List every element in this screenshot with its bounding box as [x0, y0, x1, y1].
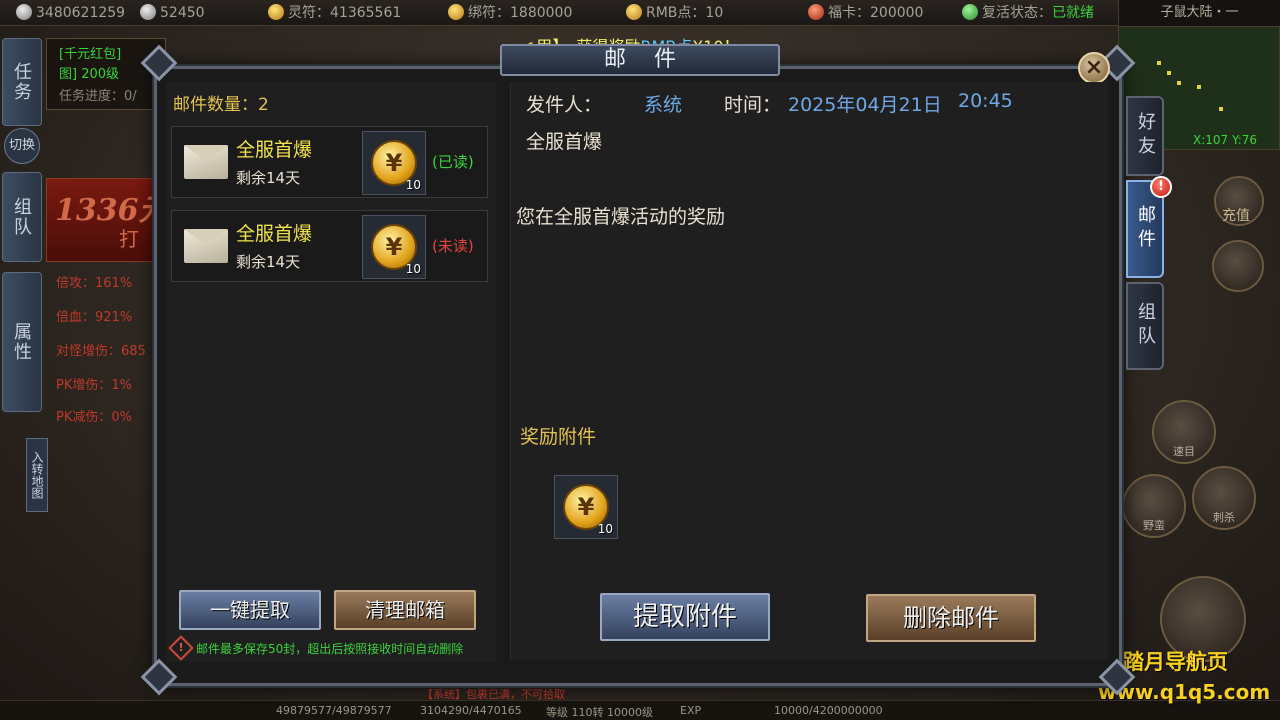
transfer-map-button[interactable]: 入转地图 [26, 438, 48, 512]
ingot-icon [16, 4, 32, 20]
attribute-list: 倍攻：161% 倍血：921% 对怪增伤：685 PK增伤：1% PK减伤：0% [46, 268, 156, 428]
lingfu-stat: 灵符：41365561 [268, 3, 401, 23]
quest-progress: 任务进度：0/ [59, 89, 137, 104]
lingfu-icon [268, 4, 284, 20]
minimap-marker [1167, 71, 1171, 75]
mail-title: 全服首爆 [236, 139, 313, 161]
mail-date: 2025年04月21日 [788, 94, 942, 116]
notification-badge: ! [1150, 176, 1172, 198]
attachment-label: 奖励附件 [520, 426, 597, 448]
delete-mail-button[interactable]: 删除邮件 [866, 594, 1036, 642]
hp-value: 49879577/49879577 [276, 704, 392, 717]
top-status-bar: 3480621259 52450 灵符：41365561 绑符：1880000 … [0, 0, 1280, 26]
region-name: 子鼠大陆・一 [1118, 0, 1280, 26]
item-quantity: 10 [597, 522, 613, 536]
clear-mailbox-button[interactable]: 清理邮箱 [334, 590, 476, 630]
attachment-slot[interactable]: ¥ 10 [362, 215, 426, 279]
silver-stat: 52450 [140, 3, 205, 23]
envelope-icon [184, 145, 228, 179]
fuka-stat: 福卡：200000 [808, 3, 923, 23]
attr-item: PK增伤：1% [56, 378, 132, 393]
reward-attachment-slot[interactable]: ¥ 10 [554, 475, 618, 539]
exp-label: EXP [680, 704, 702, 717]
unread-status: (未读) [432, 237, 474, 255]
attachment-slot[interactable]: ¥ 10 [362, 131, 426, 195]
minimap-marker [1219, 107, 1223, 111]
exp-value: 10000/4200000000 [774, 704, 883, 717]
claim-all-button[interactable]: 一键提取 [179, 590, 321, 630]
minimap-marker [1177, 81, 1181, 85]
mail-subject: 全服首爆 [526, 131, 603, 153]
mail-body: 您在全服首爆活动的奖励 [516, 206, 726, 228]
skill-savage-button[interactable]: 野蛮 [1122, 474, 1186, 538]
envelope-icon [184, 229, 228, 263]
attr-item: 倍血：921% [56, 310, 133, 325]
rmb-stat: RMB点：10 [626, 3, 723, 23]
quest-tab[interactable]: 任务 [2, 38, 42, 126]
watermark-title: 踏月导航页 [1123, 650, 1228, 674]
close-button[interactable]: × [1078, 52, 1110, 84]
revive-icon [962, 4, 978, 20]
ingot-stat: 3480621259 [16, 3, 125, 23]
sender-value: 系统 [644, 94, 683, 116]
silver-icon [140, 4, 156, 20]
promo-banner[interactable]: 1336元 打 [46, 178, 160, 262]
promo-tail: 打 [119, 227, 139, 251]
read-status: (已读) [432, 153, 474, 171]
tab-team[interactable]: 组队 [1126, 282, 1164, 370]
item-quantity: 10 [405, 178, 421, 192]
bottom-status-bar: 49879577/49879577 3104290/4470165 等级 110… [0, 700, 1280, 720]
mail-title: 全服首爆 [236, 223, 313, 245]
recharge-label: 充值 [1222, 208, 1250, 224]
skill-speed-button[interactable]: 速目 [1152, 400, 1216, 464]
time-label: 时间： [724, 94, 782, 116]
attr-item: PK减伤：0% [56, 410, 132, 425]
mail-time: 20:45 [958, 90, 1013, 112]
bangfu-stat: 绑符：1880000 [448, 3, 572, 23]
mail-days-left: 剩余14天 [236, 169, 301, 187]
quest-line-2: 图] 200级 [59, 67, 120, 82]
item-quantity: 10 [405, 262, 421, 276]
window-title: 邮件 [500, 44, 780, 76]
minimap-marker [1197, 85, 1201, 89]
attribute-tab[interactable]: 属性 [2, 272, 42, 412]
mail-storage-note: 邮件最多保存50封，超出后按照接收时间自动删除 [196, 642, 464, 656]
mail-list-item[interactable]: 全服首爆 剩余14天 ¥ 10 (未读) [171, 210, 488, 282]
mail-count: 邮件数量：2 [173, 95, 269, 115]
mail-detail-pane [510, 82, 1108, 660]
attr-item: 对怪增伤：685 [56, 344, 146, 359]
level-value: 等级 110转 10000级 [546, 706, 653, 719]
mail-list-item[interactable]: 全服首爆 剩余14天 ¥ 10 (已读) [171, 126, 488, 198]
sender-label: 发件人： [526, 94, 603, 116]
bangfu-icon [448, 4, 464, 20]
quest-tracker[interactable]: [千元红包] 图] 200级 任务进度：0/ [46, 38, 166, 110]
fuka-icon [808, 4, 824, 20]
promo-amount: 1336元 [55, 193, 160, 228]
quest-line-1: [千元红包] [59, 47, 122, 62]
attr-item: 倍攻：161% [56, 276, 133, 291]
claim-attachment-button[interactable]: 提取附件 [600, 593, 770, 641]
minimap-coordinates: X:107 Y:76 [1193, 133, 1258, 147]
team-tab[interactable]: 组队 [2, 172, 42, 262]
switch-button[interactable]: 切换 [4, 128, 40, 164]
revive-stat: 复活状态：已就绪 [962, 3, 1094, 23]
minimap-marker [1157, 61, 1161, 65]
mail-days-left: 剩余14天 [236, 253, 301, 271]
mp-value: 3104290/4470165 [420, 704, 522, 717]
event-icon[interactable] [1212, 240, 1264, 292]
skill-assassinate-button[interactable]: 刺杀 [1192, 466, 1256, 530]
chat-system-message: 【系统】包裹已满，不可拾取 [422, 688, 565, 701]
tab-friends[interactable]: 好友 [1126, 96, 1164, 176]
rmb-icon [626, 4, 642, 20]
